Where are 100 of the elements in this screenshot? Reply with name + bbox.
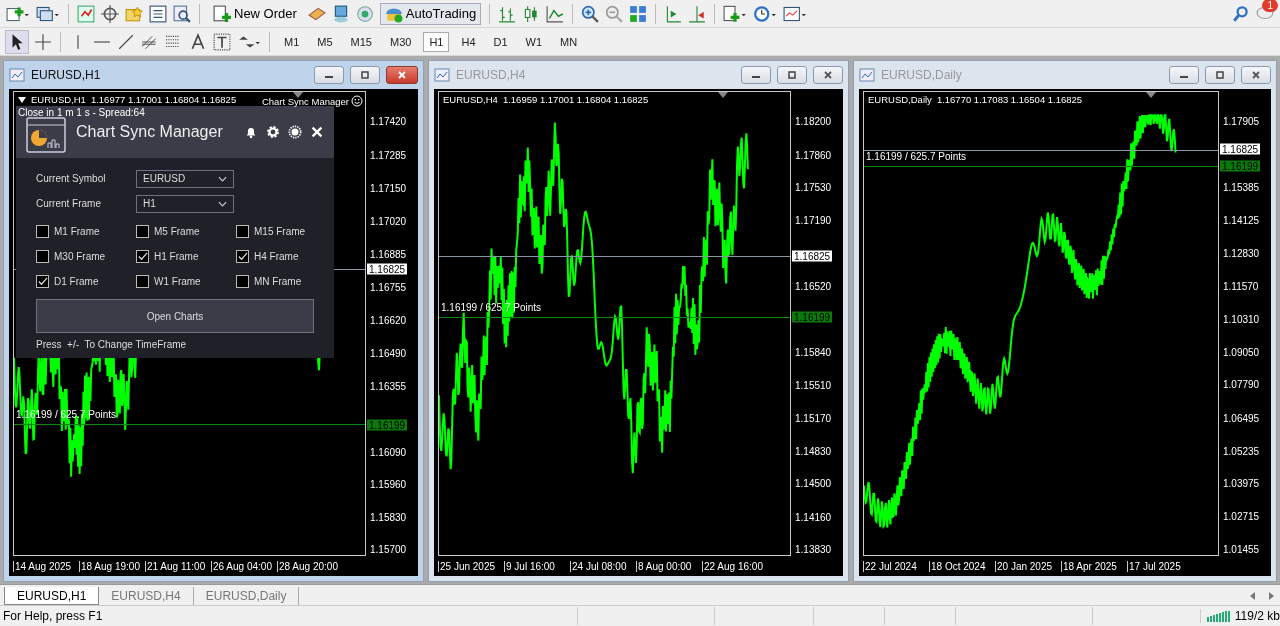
dropdown-field[interactable]: EURUSD xyxy=(136,169,234,188)
price-tick: 1.02715 xyxy=(1223,510,1260,522)
price-tick: 1.12830 xyxy=(1223,247,1260,259)
timeframe-button[interactable]: M15 xyxy=(344,31,378,52)
timeframe-button[interactable]: M1 xyxy=(278,31,306,52)
indicator-name: Chart Sync Manager xyxy=(261,95,349,107)
price-tick: 1.10310 xyxy=(1223,313,1260,325)
notification-badge: 1 xyxy=(1262,0,1278,12)
chart-tab[interactable]: EURUSD,H1 xyxy=(4,587,100,605)
time-tick: 9 Jul 16:00 xyxy=(504,560,570,572)
price-tick: 1.15170 xyxy=(795,412,832,424)
level-label: 1.16199 / 625.7 Points xyxy=(866,151,967,164)
timeframe-button[interactable]: M30 xyxy=(383,31,418,52)
time-tick: 25 Jun 2025 xyxy=(438,560,504,572)
time-tick: 8 Aug 00:00 xyxy=(636,560,702,572)
checkbox-label: M1 Frame xyxy=(54,225,100,237)
price-tick: 1.03975 xyxy=(1223,478,1260,489)
timeframe-button[interactable]: M5 xyxy=(311,31,339,52)
price-tick: 1.14160 xyxy=(795,511,832,523)
time-tick: 14 Aug 2025 xyxy=(13,560,79,572)
window-title: EURUSD,H1 xyxy=(31,68,101,82)
price-tag: 1.16825 xyxy=(1220,143,1261,155)
price-tick: 1.15385 xyxy=(1223,181,1260,193)
price-tick: 1.17530 xyxy=(795,181,832,193)
price-tick: 1.15830 xyxy=(370,511,407,523)
price-tick: 1.17150 xyxy=(370,182,407,194)
window-title: EURUSD,Daily xyxy=(881,68,962,82)
chart-tab[interactable]: EURUSD,H4 xyxy=(99,587,194,605)
level-price-tag: 1.16199 xyxy=(367,419,408,431)
time-tick: 26 Aug 04:00 xyxy=(211,560,277,572)
autotrading-button[interactable]: AutoTrading xyxy=(379,2,482,25)
price-tick: 1.01455 xyxy=(1223,543,1260,555)
chart-symbol: EURUSD,Daily xyxy=(868,94,932,105)
price-tick: 1.16520 xyxy=(795,280,832,292)
price-tick: 1.14500 xyxy=(795,477,832,489)
time-tick: 24 Jul 08:00 xyxy=(570,560,636,572)
panel-title: Chart Sync Manager xyxy=(76,123,223,141)
new-order-button[interactable]: New Order xyxy=(208,2,302,25)
checkbox-label: M30 Frame xyxy=(54,250,106,262)
price-tick: 1.16355 xyxy=(370,380,407,392)
time-tick: 22 Aug 16:00 xyxy=(702,560,768,572)
checkbox-label: H1 Frame xyxy=(154,250,199,262)
price-tick: 1.07790 xyxy=(1223,378,1260,390)
price-tick: 1.15700 xyxy=(370,543,407,555)
chart-symbol: EURUSD,H1 xyxy=(31,94,86,105)
ohlc-values: 1.16770 1.17083 1.16504 1.16825 xyxy=(936,94,1083,105)
open-charts-button[interactable]: Open Charts xyxy=(36,299,314,333)
price-tag: 1.16825 xyxy=(792,250,833,262)
chart-tab[interactable]: EURUSD,Daily xyxy=(193,587,300,605)
price-tick: 1.15840 xyxy=(795,346,832,358)
checkbox-label: D1 Frame xyxy=(54,275,99,287)
price-tag: 1.16825 xyxy=(367,263,408,275)
price-tick: 1.17020 xyxy=(370,215,407,227)
timeframe-button[interactable]: H1 xyxy=(423,31,450,52)
timeframe-button[interactable]: W1 xyxy=(519,31,549,52)
price-tick: 1.17905 xyxy=(1223,115,1260,127)
price-tick: 1.11570 xyxy=(1223,280,1259,292)
time-tick: 20 Jan 2025 xyxy=(995,560,1061,572)
dropdown-field[interactable]: H1 xyxy=(136,194,234,213)
time-tick: 28 Aug 20:00 xyxy=(277,560,343,572)
ohlc-values: 1.16959 1.17001 1.16804 1.16825 xyxy=(502,94,649,105)
time-tick: 18 Oct 2024 xyxy=(929,560,995,572)
timeframe-button[interactable]: H4 xyxy=(455,31,482,52)
traffic-text: 119/2 kb xyxy=(1234,609,1280,623)
price-tick: 1.14125 xyxy=(1223,214,1260,225)
price-tick: 1.15960 xyxy=(370,478,407,490)
price-tick: 1.09050 xyxy=(1223,346,1260,357)
price-tick: 1.17190 xyxy=(795,214,832,226)
ohlc-values: 1.16977 1.17001 1.16804 1.16825 xyxy=(90,94,237,105)
timeframe-button[interactable]: MN xyxy=(554,31,584,52)
price-tick: 1.17285 xyxy=(370,149,407,161)
price-tick: 1.16755 xyxy=(370,281,407,293)
checkbox-label: M5 Frame xyxy=(154,225,200,237)
status-help-text: For Help, press F1 xyxy=(2,609,104,623)
price-tick: 1.18200 xyxy=(795,115,832,127)
time-tick: 18 Aug 19:00 xyxy=(79,560,145,572)
time-tick: 17 Jul 2025 xyxy=(1127,560,1193,572)
price-tick: 1.14830 xyxy=(795,445,832,457)
price-tick: 1.15510 xyxy=(795,379,832,391)
checkbox-label: M15 Frame xyxy=(254,225,306,237)
time-tick: 22 Jul 2024 xyxy=(863,560,929,572)
price-tick: 1.06495 xyxy=(1223,412,1260,424)
window-title: EURUSD,H4 xyxy=(456,68,526,82)
level-price-tag: 1.16199 xyxy=(792,311,833,323)
timeframe-button[interactable]: D1 xyxy=(487,31,514,52)
time-tick: 21 Aug 11:00 xyxy=(145,560,211,572)
time-tick: 18 Apr 2025 xyxy=(1061,560,1127,572)
hint-text: Press +/- To Change TimeFrame xyxy=(36,339,188,350)
checkbox-label: MN Frame xyxy=(254,275,302,287)
price-tick: 1.13830 xyxy=(795,543,832,555)
countdown-text: Close in 1 m 1 s - Spread:64 xyxy=(18,107,145,118)
price-tick: 1.16490 xyxy=(370,347,407,359)
price-tick: 1.16885 xyxy=(370,248,407,260)
checkbox-label: H4 Frame xyxy=(254,250,299,262)
price-tick: 1.16620 xyxy=(370,314,407,326)
checkbox-label: W1 Frame xyxy=(154,275,201,287)
price-tick: 1.17420 xyxy=(370,115,407,127)
price-tick: 1.16090 xyxy=(370,446,407,458)
price-tick: 1.17860 xyxy=(795,149,832,160)
price-tick: 1.05235 xyxy=(1223,445,1260,457)
